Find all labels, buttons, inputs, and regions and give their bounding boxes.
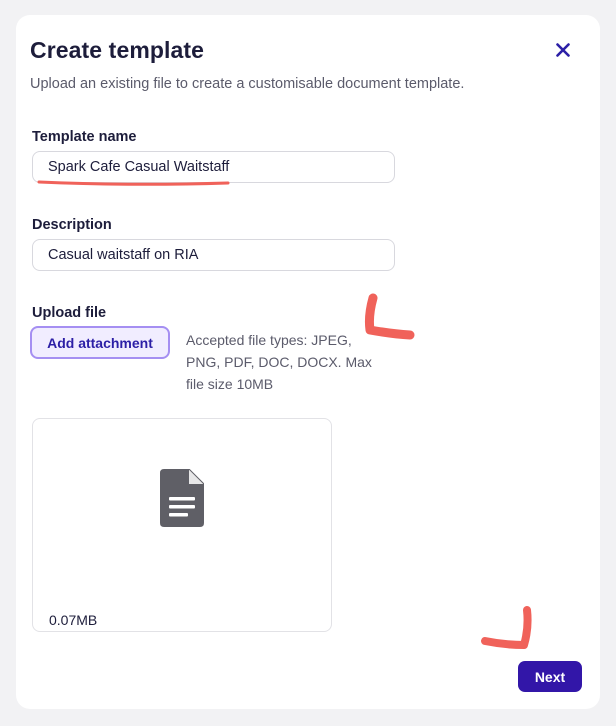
upload-file-label: Upload file (32, 305, 107, 321)
template-name-label: Template name (32, 129, 137, 145)
uploaded-file-card[interactable]: 0.07MB (32, 418, 332, 632)
template-name-input[interactable] (32, 151, 395, 183)
close-icon (556, 43, 570, 57)
create-template-dialog: Create template Upload an existing file … (16, 15, 600, 709)
file-size: 0.07MB (49, 612, 98, 628)
dialog-subtitle: Upload an existing file to create a cust… (30, 76, 465, 92)
accepted-file-types-text: Accepted file types: JPEG, PNG, PDF, DOC… (186, 332, 372, 392)
next-button[interactable]: Next (518, 661, 582, 692)
description-input[interactable] (32, 239, 395, 271)
close-button[interactable] (550, 37, 576, 63)
description-label: Description (32, 217, 112, 233)
add-attachment-button[interactable]: Add attachment (30, 326, 170, 359)
document-icon (160, 469, 204, 527)
dialog-title: Create template (30, 37, 205, 63)
